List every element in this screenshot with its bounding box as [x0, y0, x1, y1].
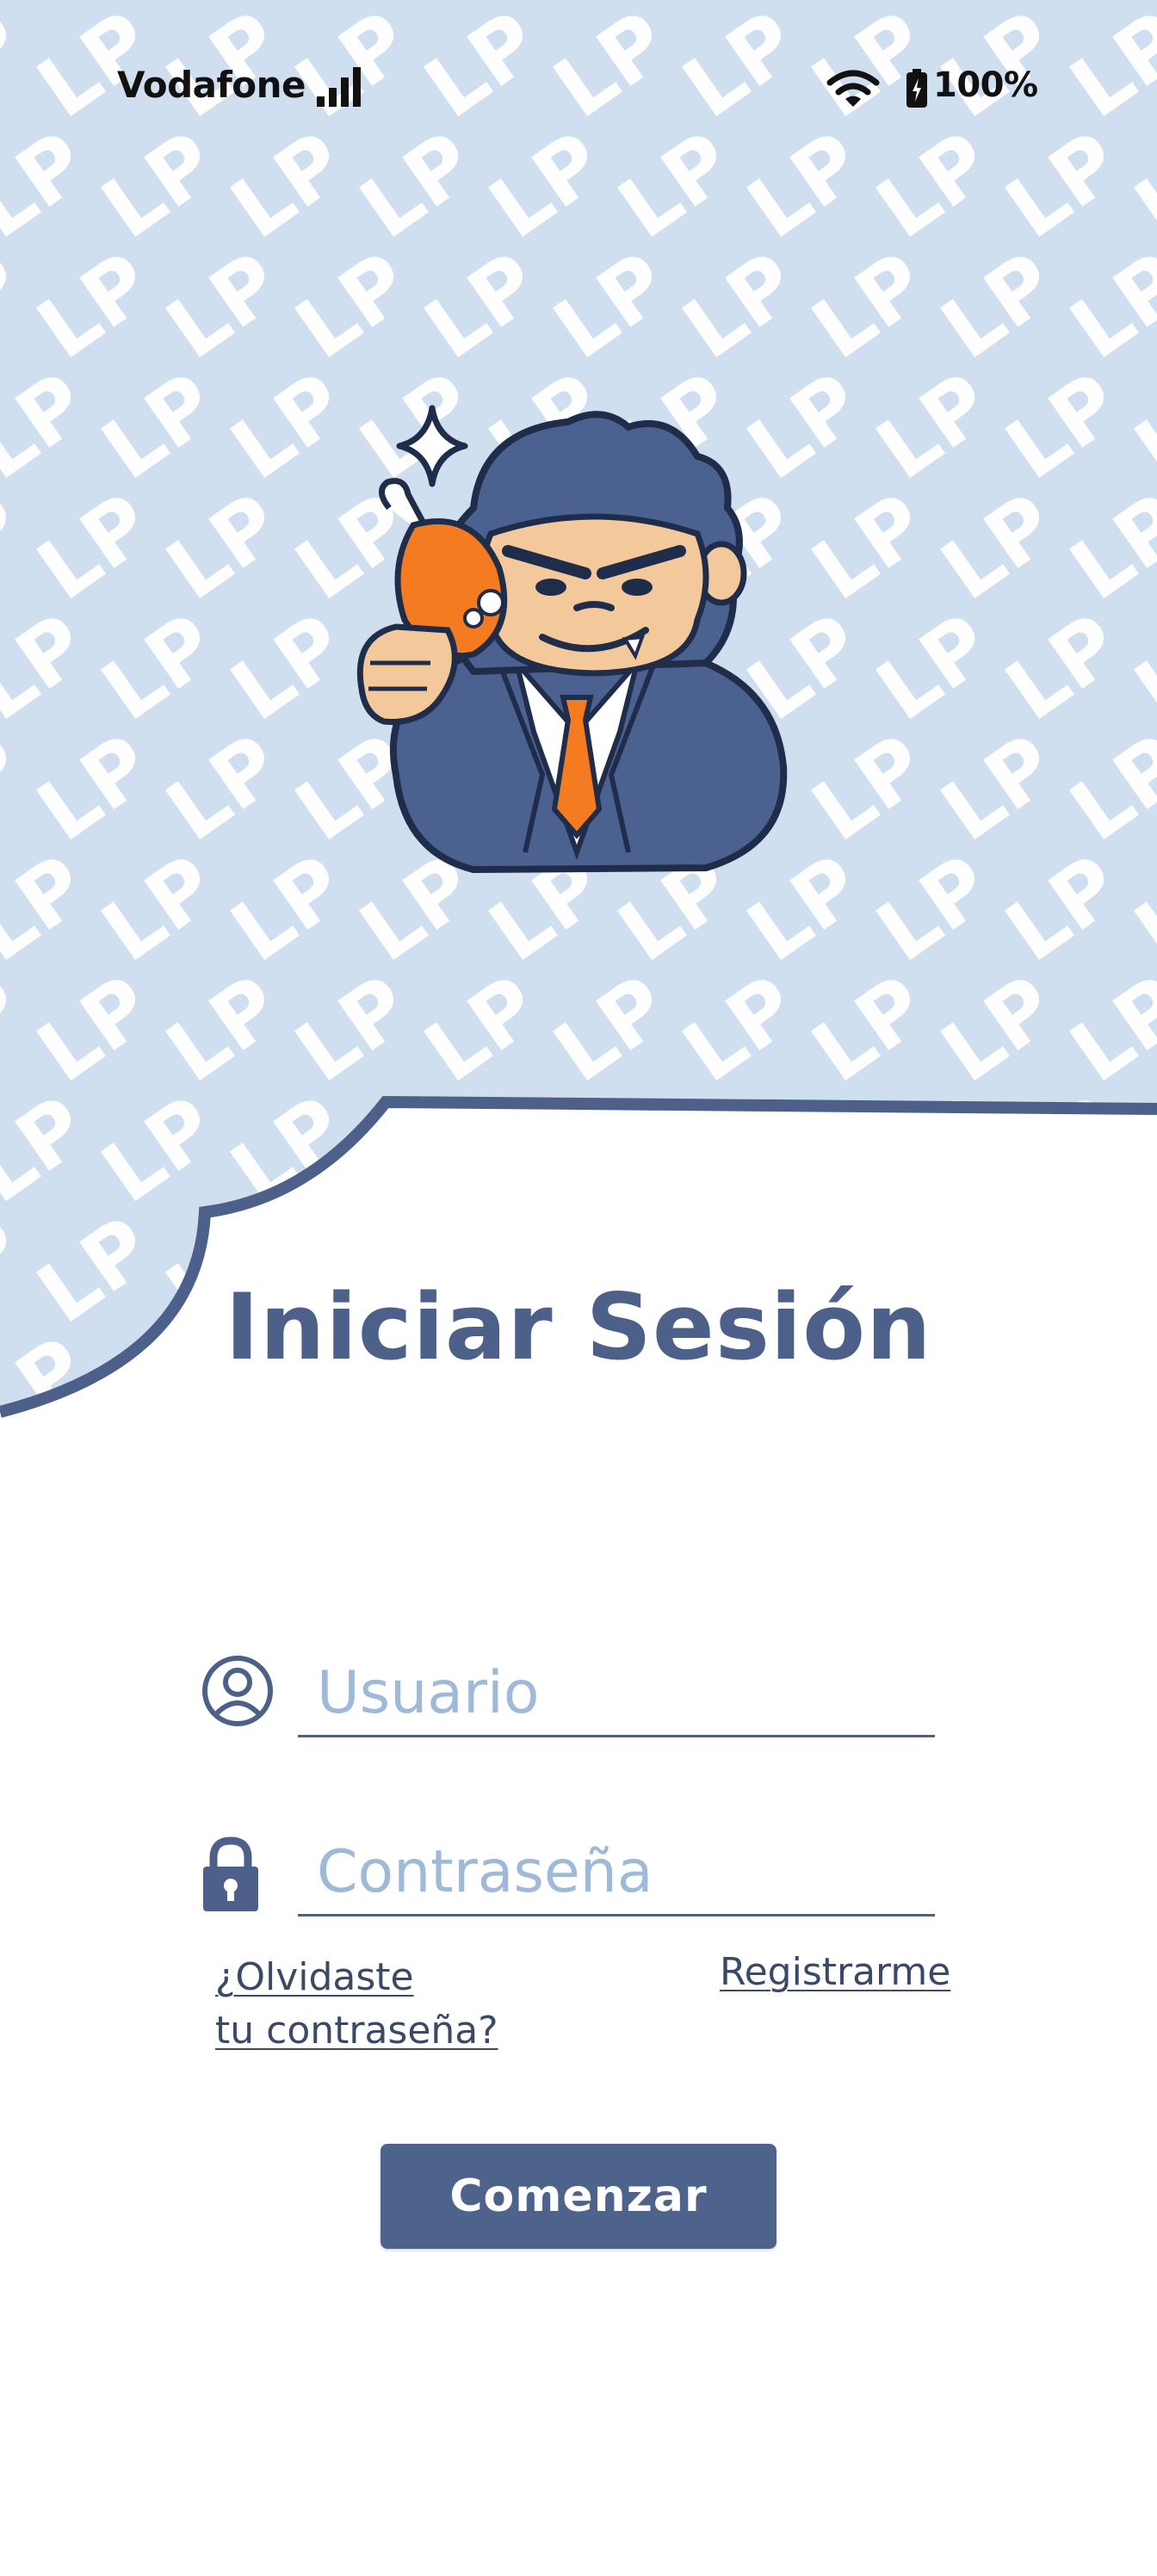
wifi-icon [826, 70, 880, 107]
gorilla-mascot-illustration [356, 405, 788, 874]
page-title: Iniciar Sesión [225, 1274, 932, 1380]
background-pattern-logo: LP [1054, 1440, 1157, 1464]
sparkle-icon [396, 405, 468, 487]
forgot-password-line-1: ¿Olvidaste [215, 1955, 414, 1999]
battery-percentage: 100% [933, 65, 1038, 105]
login-screen: LP LP LP LP LP LP LP LP LP LP LP LP LP LP LP LP LP LP LP LP… [0, 0, 1157, 2576]
background-pattern-logo: LP [925, 1440, 1073, 1464]
password-field [200, 1830, 940, 1934]
forgot-password-link[interactable]: ¿Olvidaste tu contraseña? [215, 1951, 498, 2058]
status-bar: Vodafone 100% [0, 0, 1157, 181]
background-pattern-logo: LP [0, 1440, 40, 1464]
user-circle-icon [202, 1656, 273, 1726]
username-field [200, 1651, 940, 1755]
lock-icon [203, 1836, 258, 1911]
signal-bars-icon [317, 67, 361, 107]
forgot-password-line-2: tu contraseña? [215, 2009, 498, 2053]
username-input[interactable] [298, 1651, 935, 1737]
background-pattern-logo: LP [21, 1440, 169, 1464]
battery-charging-icon [906, 69, 927, 108]
background-pattern-logo: LP [795, 1440, 944, 1464]
background-pattern-logo: LP [408, 1440, 556, 1464]
background-pattern-logo: LP [150, 1440, 298, 1464]
background-pattern-logo: LP [666, 1440, 814, 1464]
submit-button[interactable]: Comenzar [381, 2144, 776, 2249]
background-pattern-logo: LP [279, 1440, 427, 1464]
carrier-name: Vodafone [117, 64, 306, 106]
register-link[interactable]: Registrarme [720, 1946, 950, 1999]
background-pattern-logo: LP [537, 1440, 685, 1464]
password-input[interactable] [298, 1830, 935, 1917]
